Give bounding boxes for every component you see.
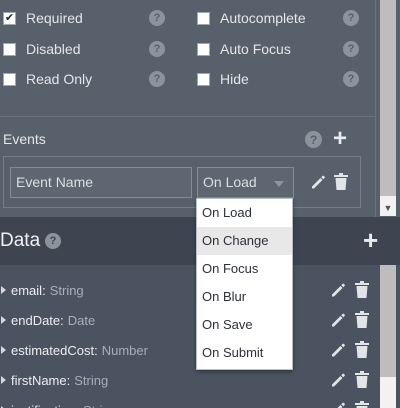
scrollbar-thumb[interactable] xyxy=(380,0,396,196)
events-heading: Events xyxy=(3,131,46,147)
event-type-value: On Load xyxy=(203,174,257,190)
field-type: String xyxy=(83,403,117,408)
field-separator: : xyxy=(42,282,46,298)
field-name: justification xyxy=(11,403,75,408)
help-icon[interactable]: ? xyxy=(45,233,61,249)
scrollbar-thumb[interactable] xyxy=(380,265,396,377)
list-item[interactable]: firstName: String xyxy=(0,365,376,395)
auto-focus-option[interactable]: Auto Focus xyxy=(197,34,291,64)
option-label: Autocomplete xyxy=(220,10,306,26)
option-label: Read Only xyxy=(26,71,93,87)
help-icon[interactable]: ? xyxy=(149,71,165,87)
expand-triangle-icon[interactable] xyxy=(1,346,6,354)
hide-option[interactable]: Hide xyxy=(197,64,249,94)
event-name-input[interactable]: Event Name xyxy=(10,167,192,198)
autocomplete-option[interactable]: Autocomplete xyxy=(197,3,306,33)
required-option[interactable]: ✔ Required xyxy=(3,3,83,33)
field-separator: : xyxy=(60,312,64,328)
checkbox-disabled[interactable] xyxy=(3,42,16,56)
edit-icon[interactable] xyxy=(310,174,326,190)
help-icon[interactable]: ? xyxy=(305,131,322,148)
trash-icon[interactable] xyxy=(334,173,348,190)
list-item[interactable]: endDate: Date xyxy=(0,305,376,335)
properties-scrollbar[interactable]: ▼ xyxy=(376,0,400,217)
list-item[interactable]: justification: String xyxy=(0,395,376,408)
help-icon[interactable]: ? xyxy=(343,41,359,57)
dropdown-option-on-save[interactable]: On Save xyxy=(197,311,292,339)
help-icon[interactable]: ? xyxy=(343,71,359,87)
trash-icon[interactable] xyxy=(355,371,369,388)
option-label: Hide xyxy=(220,71,249,87)
data-heading: Data xyxy=(0,230,41,251)
data-scrollbar[interactable] xyxy=(376,265,400,408)
expand-triangle-icon[interactable] xyxy=(1,316,6,324)
disabled-option[interactable]: Disabled xyxy=(3,34,80,64)
scroll-down-icon[interactable]: ▼ xyxy=(380,200,396,216)
section-divider xyxy=(0,116,376,117)
field-name: estimatedCost xyxy=(11,342,95,358)
dropdown-option-on-focus[interactable]: On Focus xyxy=(197,255,292,283)
trash-icon[interactable] xyxy=(355,311,369,328)
option-row: ✔ Required ? Autocomplete ? xyxy=(0,3,376,33)
field-separator: : xyxy=(94,342,98,358)
checkbox-auto-focus[interactable] xyxy=(197,42,210,56)
field-type: Number xyxy=(101,342,148,358)
field-name: firstName xyxy=(11,372,67,388)
add-event-icon[interactable]: + xyxy=(333,127,347,151)
checkbox-hide[interactable] xyxy=(197,72,210,86)
dropdown-option-on-blur[interactable]: On Blur xyxy=(197,283,292,311)
trash-icon[interactable] xyxy=(355,281,369,298)
dropdown-option-on-submit[interactable]: On Submit xyxy=(197,339,292,367)
option-label: Required xyxy=(26,10,83,26)
checkbox-autocomplete[interactable] xyxy=(197,11,210,25)
event-type-select[interactable]: On Load xyxy=(197,167,294,198)
edit-icon[interactable] xyxy=(330,342,346,358)
expand-triangle-icon[interactable] xyxy=(1,376,6,384)
option-row: Read Only ? Hide ? xyxy=(0,64,376,94)
field-type: String xyxy=(74,372,109,388)
checkbox-read-only[interactable] xyxy=(3,72,16,86)
help-icon[interactable]: ? xyxy=(343,10,359,26)
help-icon[interactable]: ? xyxy=(149,41,165,57)
option-label: Auto Focus xyxy=(220,41,291,57)
edit-icon[interactable] xyxy=(330,372,346,388)
expand-triangle-icon[interactable] xyxy=(1,286,6,294)
caret-down-icon xyxy=(274,181,284,187)
trash-icon[interactable] xyxy=(355,401,369,408)
list-item[interactable]: email: String xyxy=(0,275,376,305)
help-icon[interactable]: ? xyxy=(149,10,165,26)
field-type: String xyxy=(49,282,84,298)
edit-icon[interactable] xyxy=(330,312,346,328)
edit-icon[interactable] xyxy=(330,282,346,298)
read-only-option[interactable]: Read Only xyxy=(3,64,92,94)
edit-icon[interactable] xyxy=(330,401,346,408)
event-type-dropdown: On Load On Change On Focus On Blur On Sa… xyxy=(196,198,293,370)
trash-icon[interactable] xyxy=(355,341,369,358)
properties-panel: ✔ Required ? Autocomplete ? Disabled ? A… xyxy=(0,0,376,217)
field-separator: : xyxy=(75,403,79,408)
event-row: Event Name On Load xyxy=(3,156,361,208)
data-field-list: email: String endDate: Date estimatedCos… xyxy=(0,265,376,408)
field-name: endDate xyxy=(11,312,61,328)
option-label: Disabled xyxy=(26,41,81,57)
option-row: Disabled ? Auto Focus ? xyxy=(0,34,376,64)
field-name: email xyxy=(11,282,43,298)
add-data-icon[interactable]: + xyxy=(363,227,378,253)
dropdown-option-on-change[interactable]: On Change xyxy=(197,227,292,255)
list-item[interactable]: estimatedCost: Number xyxy=(0,335,376,365)
checkbox-required[interactable]: ✔ xyxy=(3,11,16,25)
dropdown-option-on-load[interactable]: On Load xyxy=(197,199,292,227)
field-type: Date xyxy=(67,312,96,328)
field-separator: : xyxy=(66,372,71,388)
check-mark-icon: ✔ xyxy=(4,11,15,24)
